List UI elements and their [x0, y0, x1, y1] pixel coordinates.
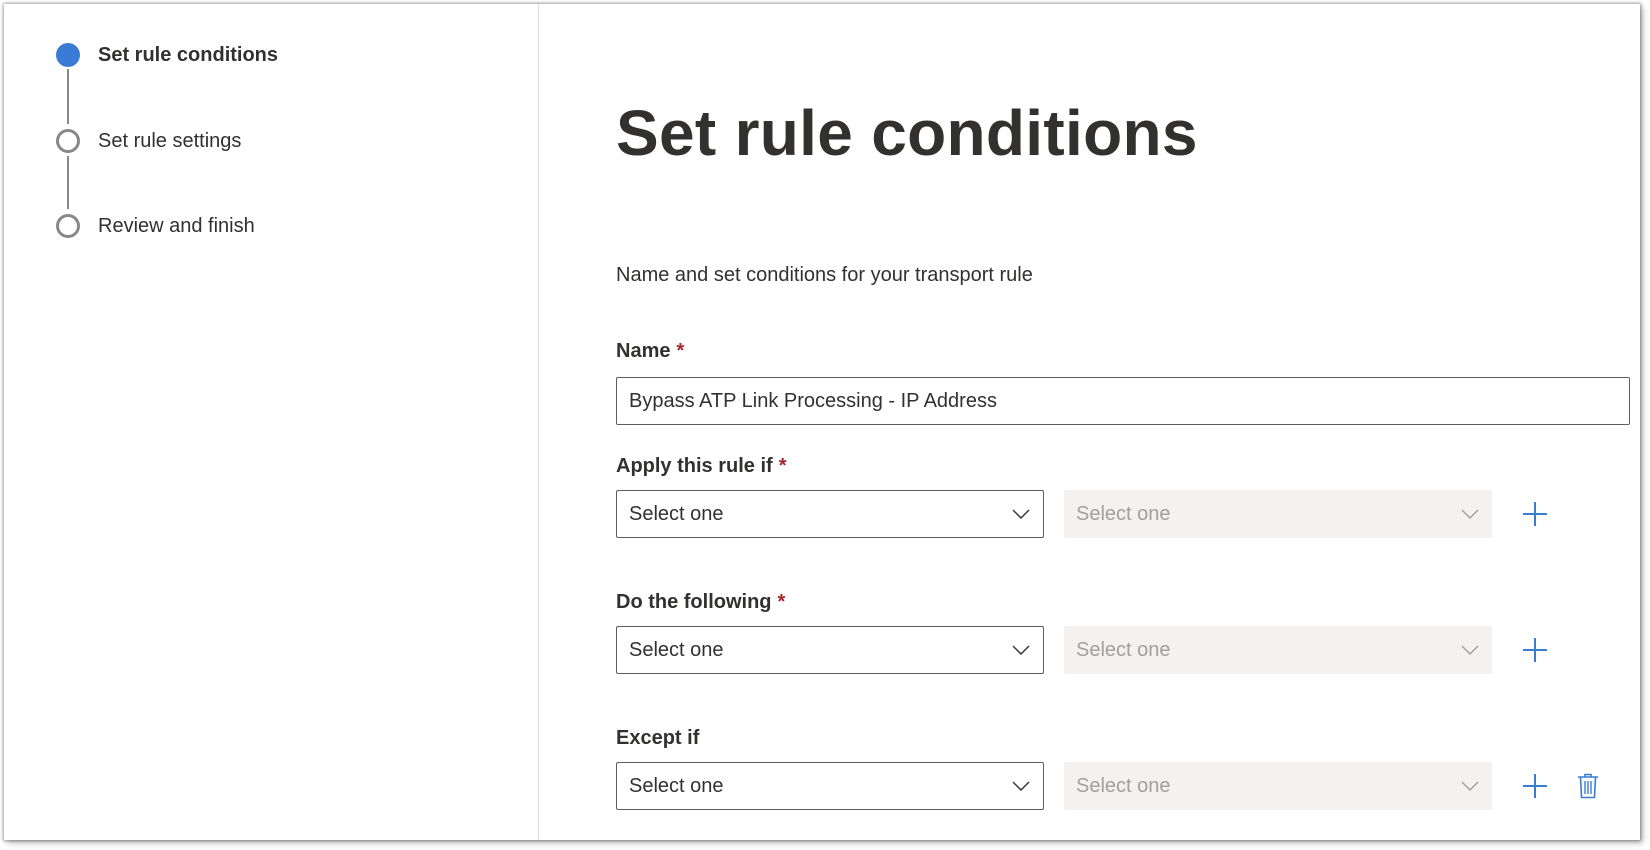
chevron-down-icon: [1012, 509, 1030, 519]
chevron-down-icon: [1461, 509, 1479, 519]
exception-select[interactable]: Select one: [616, 762, 1044, 810]
required-asterisk: *: [778, 455, 787, 477]
page-title: Set rule conditions: [616, 97, 1198, 169]
select-value: Select one: [629, 774, 724, 797]
trash-icon: [1578, 773, 1598, 799]
apply-if-condition-select[interactable]: Select one: [616, 490, 1044, 538]
step-connector: [67, 156, 69, 209]
required-asterisk: *: [676, 340, 685, 362]
chevron-down-icon: [1461, 781, 1479, 791]
plus-icon: [1523, 774, 1547, 798]
required-asterisk: *: [777, 591, 786, 613]
step-current-indicator: [56, 43, 80, 67]
rule-wizard-window: Set rule conditions Set rule settings Re…: [4, 4, 1640, 840]
name-label: Name *: [616, 340, 685, 362]
add-condition-button[interactable]: [1519, 498, 1551, 530]
step-connector: [67, 69, 69, 124]
apply-if-label: Apply this rule if *: [616, 455, 787, 477]
step-pending-indicator: [56, 129, 80, 153]
rule-name-input[interactable]: [616, 377, 1630, 425]
add-exception-button[interactable]: [1519, 770, 1551, 802]
chevron-down-icon: [1461, 645, 1479, 655]
step-label: Set rule settings: [98, 129, 242, 152]
select-value: Select one: [1076, 774, 1171, 797]
step-set-rule-settings[interactable]: Set rule settings: [56, 126, 241, 156]
delete-exception-button[interactable]: [1572, 770, 1604, 802]
select-value: Select one: [1076, 502, 1171, 525]
plus-icon: [1523, 502, 1547, 526]
except-if-label: Except if: [616, 727, 700, 749]
step-set-rule-conditions[interactable]: Set rule conditions: [56, 40, 278, 70]
select-value: Select one: [629, 502, 724, 525]
add-action-button[interactable]: [1519, 634, 1551, 666]
do-following-label: Do the following *: [616, 591, 786, 613]
page-description: Name and set conditions for your transpo…: [616, 264, 1033, 286]
plus-icon: [1523, 638, 1547, 662]
wizard-content: Set rule conditions Name and set conditi…: [616, 4, 1636, 840]
chevron-down-icon: [1012, 781, 1030, 791]
apply-if-value-select[interactable]: Select one: [1064, 490, 1492, 538]
select-value: Select one: [1076, 638, 1171, 661]
step-label: Set rule conditions: [98, 43, 279, 66]
action-value-select[interactable]: Select one: [1064, 626, 1492, 674]
step-pending-indicator: [56, 214, 80, 238]
chevron-down-icon: [1012, 645, 1030, 655]
action-select[interactable]: Select one: [616, 626, 1044, 674]
step-label: Review and finish: [98, 214, 255, 237]
exception-value-select[interactable]: Select one: [1064, 762, 1492, 810]
step-review-and-finish[interactable]: Review and finish: [56, 211, 255, 241]
wizard-stepper: Set rule conditions Set rule settings Re…: [4, 4, 539, 840]
select-value: Select one: [629, 638, 724, 661]
